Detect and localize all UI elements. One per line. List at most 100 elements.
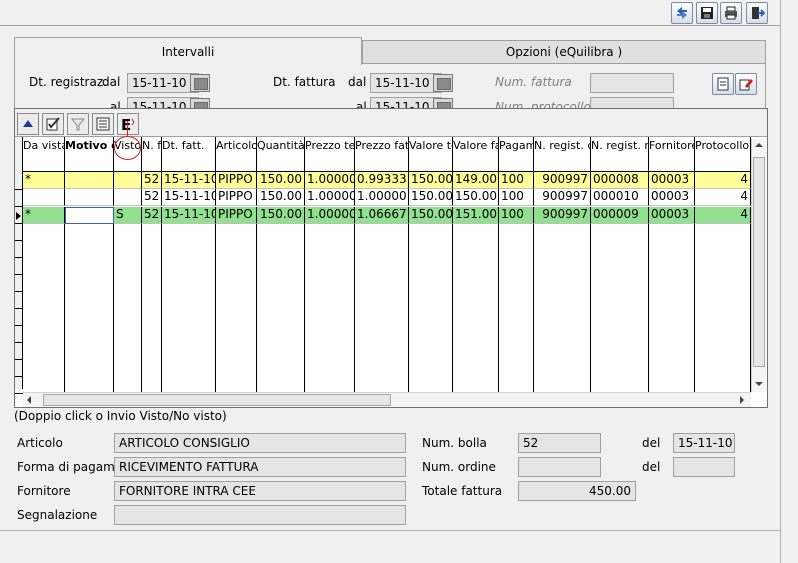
col-header-prezzo-fattura[interactable]: Prezzo fattura xyxy=(355,137,409,171)
segnalazione-field[interactable] xyxy=(114,505,406,525)
col-header-protocollo[interactable]: Protocollo xyxy=(695,137,751,171)
cell-prezzo-teorico[interactable]: 1.00000 xyxy=(305,189,355,206)
calendar-icon[interactable] xyxy=(190,74,210,92)
cell-pagam[interactable]: 100 xyxy=(499,207,534,224)
print-button[interactable] xyxy=(720,2,742,24)
forma-pagam-field[interactable]: RICEVIMENTO FATTURA xyxy=(114,457,406,477)
cell-articolo[interactable]: PIPPO xyxy=(216,189,257,206)
cell-n-fatt[interactable]: 52 xyxy=(142,207,162,224)
cell-da-vistare[interactable] xyxy=(23,189,65,206)
ordine-del-field[interactable] xyxy=(673,457,735,477)
document-button[interactable] xyxy=(712,73,734,95)
col-header-reg-contabile[interactable]: N. regist. contabile xyxy=(534,137,591,171)
vertical-scroll-thumb[interactable] xyxy=(753,157,765,367)
cell-protocollo[interactable]: 4 xyxy=(695,189,751,206)
num-ordine-field[interactable] xyxy=(518,457,601,477)
cell-quantita[interactable]: 150.00 xyxy=(257,172,305,189)
cell-motivo[interactable] xyxy=(65,172,114,189)
cell-quantita[interactable]: 150.00 xyxy=(257,207,305,224)
cell-prezzo-teorico[interactable]: 1.00000 xyxy=(305,172,355,189)
col-header-fornitore[interactable]: Fornitore xyxy=(649,137,695,171)
scroll-left-icon[interactable] xyxy=(27,396,31,404)
table-row[interactable]: 52 15-11-10 PIPPO 150.00 1.00000 1.00000 150.0… xyxy=(23,189,751,206)
cell-quantita[interactable]: 150.00 xyxy=(257,189,305,206)
articolo-field[interactable]: ARTICOLO CONSIGLIO xyxy=(114,433,406,453)
cell-fornitore[interactable]: 00003 xyxy=(649,189,695,206)
filter-button[interactable] xyxy=(67,113,89,135)
num-fattura-field[interactable] xyxy=(590,73,674,93)
tab-opzioni[interactable]: Opzioni (eQuilibra ) xyxy=(362,40,766,64)
cell-fornitore[interactable]: 00003 xyxy=(649,172,695,189)
col-header-reg-magazzino[interactable]: N. regist. magazzino xyxy=(591,137,649,171)
cell-da-vistare[interactable]: * xyxy=(23,207,65,224)
cell-pagam[interactable]: 100 xyxy=(499,189,534,206)
cell-reg-magazzino[interactable]: 000009 xyxy=(591,207,649,224)
exit-button[interactable] xyxy=(746,2,768,24)
cell-n-fatt[interactable]: 52 xyxy=(142,189,162,206)
horizontal-scroll-thumb[interactable] xyxy=(43,394,391,406)
cell-visto[interactable] xyxy=(114,189,142,206)
col-header-valore-teorico[interactable]: Valore teorico xyxy=(409,137,453,171)
cell-valore-fattura[interactable]: 149.00 xyxy=(453,172,499,189)
cell-prezzo-fattura[interactable]: 1.00000 xyxy=(355,189,409,206)
cell-n-fatt[interactable]: 52 xyxy=(142,172,162,189)
cell-valore-teorico[interactable]: 150.00 xyxy=(409,189,453,206)
bolla-del-field[interactable]: 15-11-10 xyxy=(673,433,735,453)
cell-prezzo-teorico[interactable]: 1.00000 xyxy=(305,207,355,224)
col-header-da-vistare[interactable]: Da vistare xyxy=(23,137,65,171)
cell-dt-fatt[interactable]: 15-11-10 xyxy=(162,172,216,189)
col-header-prezzo-teorico[interactable]: Prezzo teorico xyxy=(305,137,355,171)
num-bolla-field[interactable]: 52 xyxy=(518,433,601,453)
cell-reg-contabile[interactable]: 900997 xyxy=(534,172,591,189)
cell-reg-contabile[interactable]: 900997 xyxy=(534,207,591,224)
cell-articolo[interactable]: PIPPO xyxy=(216,207,257,224)
scroll-down-icon[interactable] xyxy=(755,382,763,386)
cell-valore-fattura[interactable]: 150.00 xyxy=(453,189,499,206)
table-row[interactable]: * 52 15-11-10 PIPPO 150.00 1.00000 0.99333 150.… xyxy=(23,172,751,189)
totale-fattura-field[interactable]: 450.00 xyxy=(518,481,636,501)
cell-protocollo[interactable]: 4 xyxy=(695,172,751,189)
calendar-icon[interactable] xyxy=(433,74,453,92)
cell-reg-magazzino[interactable]: 000010 xyxy=(591,189,649,206)
cell-valore-teorico[interactable]: 150.00 xyxy=(409,207,453,224)
scroll-right-icon[interactable] xyxy=(740,396,744,404)
reg-al-field[interactable]: 15-11-10 xyxy=(127,97,199,108)
calendar-icon[interactable] xyxy=(433,98,453,108)
cell-visto[interactable]: S xyxy=(114,207,142,224)
col-header-articolo[interactable]: Articolo xyxy=(216,137,257,171)
cell-articolo[interactable]: PIPPO xyxy=(216,172,257,189)
export-button[interactable]: E xyxy=(117,113,139,135)
cell-reg-magazzino[interactable]: 000008 xyxy=(591,172,649,189)
cell-fornitore[interactable]: 00003 xyxy=(649,207,695,224)
table-row[interactable]: * S 52 15-11-10 PIPPO 150.00 1.00000 1.06667 150… xyxy=(23,207,751,224)
cell-pagam[interactable]: 100 xyxy=(499,172,534,189)
vertical-scrollbar[interactable] xyxy=(751,139,766,392)
col-header-n-fatt[interactable]: N. fatt. xyxy=(142,137,162,171)
cell-motivo[interactable] xyxy=(65,189,114,206)
calendar-icon[interactable] xyxy=(190,98,210,108)
cell-reg-contabile[interactable]: 900997 xyxy=(534,189,591,206)
reg-dal-field[interactable]: 15-11-10 xyxy=(127,73,199,93)
cell-da-vistare[interactable]: * xyxy=(23,172,65,189)
cell-dt-fatt[interactable]: 15-11-10 xyxy=(162,189,216,206)
cell-prezzo-fattura[interactable]: 1.06667 xyxy=(355,207,409,224)
col-header-motivo[interactable]: Motivo del visto xyxy=(65,137,114,171)
fatt-al-field[interactable]: 15-11-10 xyxy=(370,97,442,108)
cell-visto[interactable] xyxy=(114,172,142,189)
horizontal-scrollbar[interactable] xyxy=(23,392,751,407)
tab-intervalli[interactable]: Intervalli xyxy=(14,37,362,65)
cell-protocollo[interactable]: 4 xyxy=(695,207,751,224)
refresh-button[interactable] xyxy=(671,2,693,24)
move-up-button[interactable] xyxy=(17,113,39,135)
num-protocollo-field[interactable] xyxy=(590,97,674,108)
col-header-valore-fattura[interactable]: Valore fattura xyxy=(453,137,499,171)
cell-valore-fattura[interactable]: 151.00 xyxy=(453,207,499,224)
col-header-pagam[interactable]: Pagam xyxy=(499,137,534,171)
edit-button[interactable] xyxy=(42,113,64,135)
save-button[interactable] xyxy=(696,2,718,24)
cell-dt-fatt[interactable]: 15-11-10 xyxy=(162,207,216,224)
fornitore-field[interactable]: FORNITORE INTRA CEE xyxy=(114,481,406,501)
list-button[interactable] xyxy=(92,113,114,135)
col-header-quantita[interactable]: Quantità xyxy=(257,137,305,171)
clear-button[interactable] xyxy=(735,73,757,95)
